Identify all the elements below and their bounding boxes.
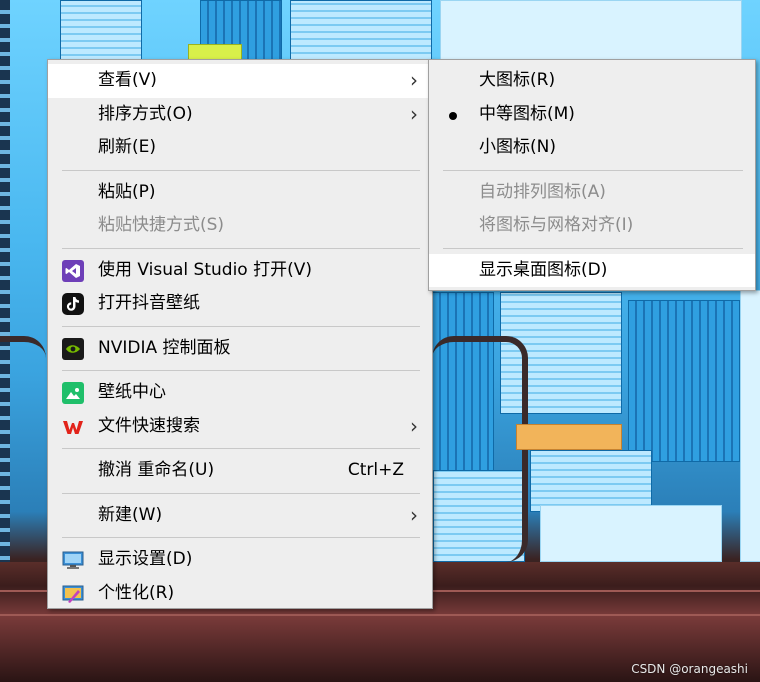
menu-item-label: 刷新(E) xyxy=(98,137,157,157)
menu-item-label: 中等图标(M) xyxy=(479,103,575,124)
wallpaper-building xyxy=(290,0,432,60)
menu-item-undo-rename[interactable]: 撤消 重命名(U) Ctrl+Z xyxy=(48,454,432,488)
menu-item-label: 将图标与网格对齐(I) xyxy=(479,215,634,235)
wallpaper-building xyxy=(60,0,142,62)
menu-separator xyxy=(62,537,420,538)
menu-item-display-settings[interactable]: 显示设置(D) xyxy=(48,543,432,577)
menu-separator xyxy=(62,448,420,449)
view-submenu: 大图标(R) 中等图标(M) 小图标(N) 自动排列图标(A) 将图标与网格对齐… xyxy=(428,59,756,291)
wallpaper-sign xyxy=(516,424,622,450)
menu-item-label: 粘贴(P) xyxy=(98,181,156,202)
menu-item-open-tiktok-wallpaper[interactable]: 打开抖音壁纸 xyxy=(48,287,432,321)
wallpaper-building xyxy=(540,505,722,562)
wallpaper-building xyxy=(440,0,742,60)
chevron-right-icon: › xyxy=(410,502,418,527)
wallpaper-building xyxy=(530,450,652,512)
menu-separator xyxy=(62,492,420,494)
menu-item-shortcut: Ctrl+Z xyxy=(347,460,404,480)
menu-item-nvidia-control-panel[interactable]: NVIDIA 控制面板 xyxy=(48,332,432,366)
menu-item-label: 自动排列图标(A) xyxy=(479,181,606,202)
watermark: CSDN @orangeashi xyxy=(631,662,748,676)
menu-separator xyxy=(62,370,420,371)
menu-item-file-quick-search[interactable]: 文件快速搜索 › xyxy=(48,410,432,444)
wps-icon xyxy=(62,416,84,438)
menu-item-new[interactable]: 新建(W) › xyxy=(48,499,432,533)
menu-separator xyxy=(62,169,420,171)
submenu-item-align-to-grid[interactable]: 将图标与网格对齐(I) xyxy=(429,209,755,243)
menu-item-label: 显示桌面图标(D) xyxy=(479,259,608,280)
nvidia-icon xyxy=(62,337,84,360)
menu-item-label: 排序方式(O) xyxy=(98,103,193,124)
menu-item-label: 个性化(R) xyxy=(98,582,175,603)
visual-studio-icon xyxy=(62,259,84,282)
menu-item-label: 文件快速搜索 xyxy=(98,415,200,436)
chevron-right-icon: › xyxy=(410,68,418,92)
display-icon xyxy=(62,549,84,571)
menu-item-label: 使用 Visual Studio 打开(V) xyxy=(98,259,313,280)
submenu-item-small-icons[interactable]: 小图标(N) xyxy=(429,131,755,165)
chevron-right-icon: › xyxy=(410,101,418,126)
menu-item-paste-shortcut[interactable]: 粘贴快捷方式(S) xyxy=(48,209,432,243)
menu-item-sort-by[interactable]: 排序方式(O) › xyxy=(48,98,432,132)
floor-line xyxy=(0,614,760,616)
submenu-item-show-desktop-icons[interactable]: 显示桌面图标(D) xyxy=(429,253,755,287)
submenu-item-medium-icons[interactable]: 中等图标(M) xyxy=(429,98,755,132)
menu-item-paste[interactable]: 粘贴(P) xyxy=(48,176,432,210)
submenu-item-large-icons[interactable]: 大图标(R) xyxy=(429,64,755,98)
wallpaper-icon xyxy=(62,382,84,404)
wallpaper-railing xyxy=(432,336,528,562)
menu-item-refresh[interactable]: 刷新(E) xyxy=(48,131,432,165)
radio-bullet-icon xyxy=(449,111,457,120)
menu-item-label: 显示设置(D) xyxy=(98,549,193,569)
menu-separator xyxy=(443,247,743,249)
menu-item-label: 大图标(R) xyxy=(479,70,556,90)
menu-item-label: 查看(V) xyxy=(98,70,157,90)
menu-item-open-visual-studio[interactable]: 使用 Visual Studio 打开(V) xyxy=(48,254,432,288)
menu-item-label: NVIDIA 控制面板 xyxy=(98,337,231,358)
wallpaper-building xyxy=(628,300,740,462)
menu-item-label: 撤消 重命名(U) xyxy=(98,460,215,480)
personalize-icon xyxy=(62,583,84,605)
menu-item-label: 小图标(N) xyxy=(479,137,556,157)
menu-item-personalize[interactable]: 个性化(R) xyxy=(48,577,432,611)
menu-separator xyxy=(62,325,420,327)
menu-item-wallpaper-center[interactable]: 壁纸中心 xyxy=(48,376,432,410)
menu-item-label: 粘贴快捷方式(S) xyxy=(98,215,225,235)
wallpaper-building xyxy=(740,290,760,562)
menu-item-label: 壁纸中心 xyxy=(98,382,166,402)
menu-separator xyxy=(62,247,420,249)
submenu-item-auto-arrange[interactable]: 自动排列图标(A) xyxy=(429,176,755,210)
menu-separator xyxy=(443,169,743,171)
chevron-right-icon: › xyxy=(410,413,418,438)
desktop-context-menu: 查看(V) › 排序方式(O) › 刷新(E) 粘贴(P) 粘贴快捷方式(S) … xyxy=(47,59,433,609)
menu-item-view[interactable]: 查看(V) › xyxy=(48,64,432,98)
menu-item-label: 打开抖音壁纸 xyxy=(98,293,200,313)
wallpaper-railing xyxy=(0,336,46,562)
tiktok-icon xyxy=(62,293,84,315)
menu-item-label: 新建(W) xyxy=(98,504,163,525)
